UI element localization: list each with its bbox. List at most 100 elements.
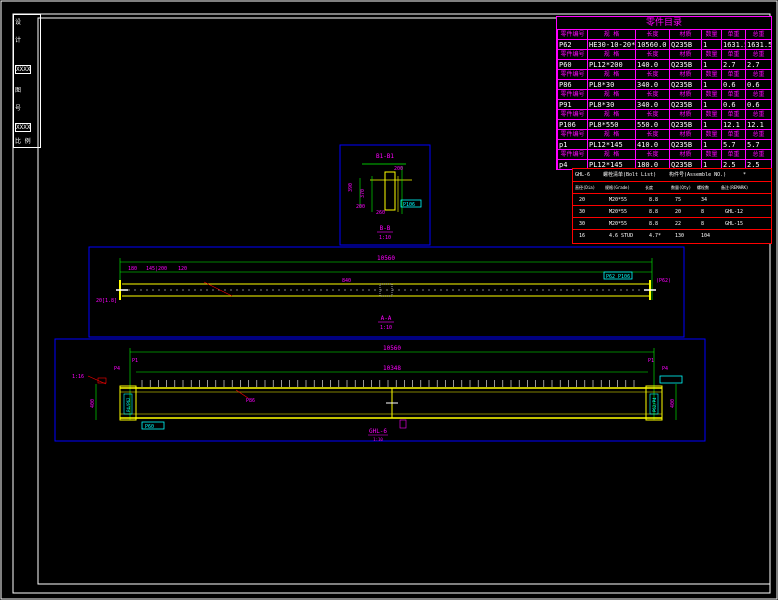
parts-row-cell: 550.0	[635, 119, 669, 129]
parts-subheader-cell: 单重	[721, 149, 745, 159]
elevation-view[interactable]: 10560 10348 400 400 P1 P4 P4 P1 1:16 P4/…	[54, 338, 706, 442]
parts-row-cell: PL12*200	[587, 59, 635, 69]
section-tag: P106	[403, 202, 415, 208]
parts-row-cell: 0.6	[721, 99, 745, 109]
elev-left-box-label: P4/P62	[126, 397, 131, 412]
section-dim-1: 200	[394, 166, 403, 172]
parts-subheader-cell: 零件编号	[557, 149, 587, 159]
top-seg-3: 120	[178, 266, 187, 272]
parts-subheader-cell: 材质	[669, 49, 701, 59]
section-dim-2: 390	[348, 183, 354, 192]
bolt-row-cell: M20*55	[603, 217, 643, 229]
bolt-table[interactable]: GHL-6 螺栓清单(Bolt List) 构件号(Assemble NO.) * 直径…	[572, 168, 772, 244]
parts-subheader-cell: 规 格	[587, 69, 635, 79]
bolt-header-cell: 规格(Grade)	[603, 181, 643, 193]
section-dim-4: 260	[376, 210, 385, 216]
elev-left-tag-1: P1	[132, 358, 138, 364]
cad-viewport[interactable]: B1-B1 200 390 370 260 200 P106 B-B 1:10 …	[0, 0, 778, 600]
top-right-tag: (P62)	[656, 278, 671, 284]
elev-left-dim: 400	[90, 399, 96, 408]
parts-subheader-cell: 材质	[669, 129, 701, 139]
bolt-row-cell: 16	[573, 229, 603, 241]
parts-row-cell: 340.0	[635, 79, 669, 89]
parts-row-cell: 2.7	[721, 59, 745, 69]
bolt-title-mid: 螺栓清单(Bolt List)	[603, 172, 657, 178]
bolt-row-cell: 30	[573, 205, 603, 217]
parts-table[interactable]: 零件目录 零件编号规 格长度材质数量单重总重P62HE30-10-20*3001…	[556, 16, 772, 170]
parts-subheader-cell: 长度	[635, 29, 669, 39]
top-overall-dim: 10560	[377, 255, 395, 262]
elev-right-box-label: P62/P4	[652, 397, 657, 412]
section-dim-5: 200	[356, 204, 365, 210]
parts-subheader-cell: 总重	[745, 129, 771, 139]
parts-subheader-cell: 数量	[701, 29, 721, 39]
parts-subheader-cell: 材质	[669, 149, 701, 159]
parts-subheader-cell: 总重	[745, 69, 771, 79]
tb-label-4: 图	[15, 87, 22, 94]
elev-right-tag-1: P4	[662, 366, 668, 372]
bolt-header-cell: 直径(Dia)	[573, 181, 603, 193]
elev-overall-dim: 10560	[383, 345, 401, 352]
bolt-header-cell: 备注(REMARK)	[719, 181, 771, 193]
bolt-row-cell: 20	[669, 205, 695, 217]
top-seg-2: 145|200	[146, 266, 167, 272]
parts-subheader-cell: 材质	[669, 69, 701, 79]
parts-subheader-cell: 单重	[721, 29, 745, 39]
bolt-row-cell: 8.8	[643, 193, 669, 205]
top-scale: 1:10	[380, 325, 392, 331]
parts-subheader-cell: 长度	[635, 109, 669, 119]
parts-subheader-cell: 规 格	[587, 49, 635, 59]
parts-subheader-cell: 材质	[669, 89, 701, 99]
parts-row-cell: 340.0	[635, 99, 669, 109]
parts-row-cell: 1	[701, 39, 721, 49]
stud-row	[141, 380, 635, 387]
elev-scale: 1:10	[373, 437, 383, 442]
parts-row-cell: PL8*550	[587, 119, 635, 129]
parts-row-cell: p1	[557, 139, 587, 149]
bolt-row-cell: M20*55	[603, 193, 643, 205]
bolt-row-cell: 8.8	[643, 217, 669, 229]
top-view[interactable]: 10560 180 145|200 120 840 20[1.8] (P62) …	[88, 246, 685, 338]
tb-label-7: 比 例	[15, 138, 31, 145]
bolt-row-cell: 8.8	[643, 205, 669, 217]
tb-label-2: 计	[15, 37, 22, 44]
elev-bottom-label: GHL-6	[369, 428, 387, 435]
parts-row-cell: P86	[557, 79, 587, 89]
parts-subheader-cell: 规 格	[587, 29, 635, 39]
tb-label-1: 设	[15, 19, 22, 26]
parts-subheader-cell: 规 格	[587, 149, 635, 159]
parts-subheader-cell: 单重	[721, 49, 745, 59]
parts-row-cell: 10560.0	[635, 39, 669, 49]
elev-right-tag-box	[659, 375, 683, 384]
parts-row-cell: 1631.5	[745, 39, 771, 49]
parts-row-cell: P60	[557, 59, 587, 69]
top-seg-4: 840	[342, 278, 351, 284]
parts-row-cell: 1	[701, 119, 721, 129]
parts-row-cell: Q235B	[669, 99, 701, 109]
parts-row-cell: 1	[701, 139, 721, 149]
bolt-row-cell: 130	[669, 229, 695, 241]
parts-subheader-cell: 规 格	[587, 89, 635, 99]
tb-label-6: XXXX	[15, 123, 32, 132]
parts-row-cell: P91	[557, 99, 587, 109]
bolt-row-cell	[719, 193, 771, 205]
bolt-header-cell: 数量(Qty)	[669, 181, 695, 193]
parts-row-cell: Q235B	[669, 39, 701, 49]
parts-row-cell: PL8*30	[587, 79, 635, 89]
parts-subheader-cell: 数量	[701, 109, 721, 119]
parts-row-cell: 5.7	[745, 139, 771, 149]
parts-row-cell: Q235B	[669, 139, 701, 149]
parts-row-cell: Q235B	[669, 119, 701, 129]
parts-subheader-cell: 零件编号	[557, 89, 587, 99]
parts-subheader-cell: 零件编号	[557, 129, 587, 139]
bolt-row-cell: GHL-15	[719, 217, 771, 229]
parts-subheader-cell: 单重	[721, 129, 745, 139]
bolt-row-cell: M20*55	[603, 205, 643, 217]
section-view[interactable]: B1-B1 200 390 370 260 200 P106 B-B 1:10	[339, 144, 431, 246]
top-left-tag: 20[1.8]	[96, 298, 117, 304]
tb-label-5: 号	[15, 105, 22, 112]
parts-row-cell: PL12*145	[587, 139, 635, 149]
parts-row-cell: 1	[701, 59, 721, 69]
parts-subheader-cell: 长度	[635, 49, 669, 59]
parts-subheader-cell: 总重	[745, 49, 771, 59]
